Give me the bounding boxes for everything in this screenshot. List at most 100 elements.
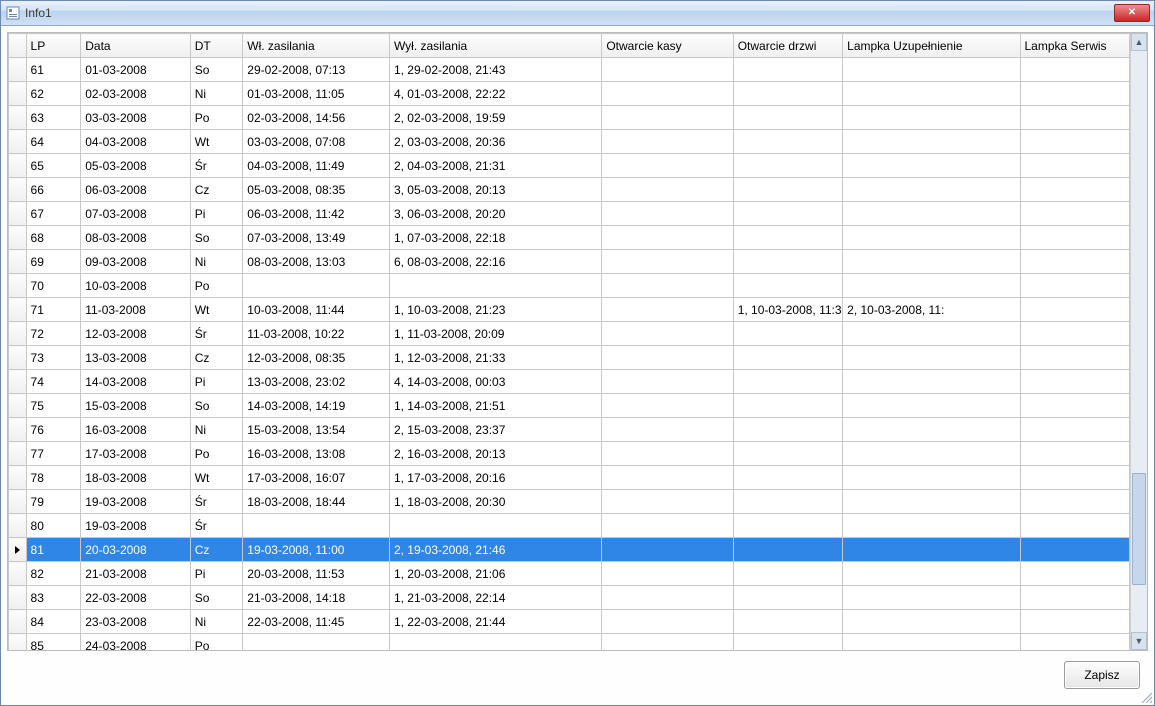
cell-wyl[interactable]: 2, 15-03-2008, 23:37 bbox=[389, 418, 601, 442]
cell-lp[interactable]: 79 bbox=[26, 490, 81, 514]
cell-data[interactable]: 14-03-2008 bbox=[81, 370, 190, 394]
table-row[interactable]: 8524-03-2008Po bbox=[9, 634, 1130, 651]
cell-od[interactable] bbox=[733, 106, 842, 130]
cell-lp[interactable]: 65 bbox=[26, 154, 81, 178]
cell-wl[interactable]: 18-03-2008, 18:44 bbox=[243, 490, 390, 514]
cell-lu[interactable] bbox=[843, 466, 1020, 490]
cell-lp[interactable]: 78 bbox=[26, 466, 81, 490]
cell-ls[interactable] bbox=[1020, 562, 1130, 586]
cell-ls[interactable] bbox=[1020, 82, 1130, 106]
cell-ls[interactable] bbox=[1020, 442, 1130, 466]
cell-ok[interactable] bbox=[602, 298, 733, 322]
cell-ok[interactable] bbox=[602, 202, 733, 226]
table-row[interactable]: 6707-03-2008Pi06-03-2008, 11:423, 06-03-… bbox=[9, 202, 1130, 226]
cell-lp[interactable]: 75 bbox=[26, 394, 81, 418]
cell-wl[interactable]: 17-03-2008, 16:07 bbox=[243, 466, 390, 490]
table-row[interactable]: 7212-03-2008Śr11-03-2008, 10:221, 11-03-… bbox=[9, 322, 1130, 346]
cell-ls[interactable] bbox=[1020, 322, 1130, 346]
cell-wyl[interactable]: 2, 19-03-2008, 21:46 bbox=[389, 538, 601, 562]
cell-lu[interactable] bbox=[843, 490, 1020, 514]
col-lu[interactable]: Lampka Uzupełnienie bbox=[843, 34, 1020, 58]
table-row[interactable]: 8120-03-2008Cz19-03-2008, 11:002, 19-03-… bbox=[9, 538, 1130, 562]
table-row[interactable]: 7919-03-2008Śr18-03-2008, 18:441, 18-03-… bbox=[9, 490, 1130, 514]
cell-od[interactable] bbox=[733, 442, 842, 466]
scroll-thumb[interactable] bbox=[1132, 473, 1146, 585]
cell-dt[interactable]: Ni bbox=[190, 82, 243, 106]
cell-ls[interactable] bbox=[1020, 58, 1130, 82]
cell-wl[interactable]: 21-03-2008, 14:18 bbox=[243, 586, 390, 610]
cell-ok[interactable] bbox=[602, 226, 733, 250]
cell-lp[interactable]: 66 bbox=[26, 178, 81, 202]
table-row[interactable]: 6101-03-2008So29-02-2008, 07:131, 29-02-… bbox=[9, 58, 1130, 82]
cell-lp[interactable]: 69 bbox=[26, 250, 81, 274]
cell-od[interactable] bbox=[733, 394, 842, 418]
cell-od[interactable] bbox=[733, 370, 842, 394]
cell-wl[interactable]: 12-03-2008, 08:35 bbox=[243, 346, 390, 370]
cell-lu[interactable] bbox=[843, 442, 1020, 466]
cell-dt[interactable]: Ni bbox=[190, 418, 243, 442]
cell-ok[interactable] bbox=[602, 322, 733, 346]
cell-lu[interactable] bbox=[843, 130, 1020, 154]
cell-data[interactable]: 11-03-2008 bbox=[81, 298, 190, 322]
cell-data[interactable]: 18-03-2008 bbox=[81, 466, 190, 490]
cell-ls[interactable] bbox=[1020, 274, 1130, 298]
cell-data[interactable]: 08-03-2008 bbox=[81, 226, 190, 250]
cell-data[interactable]: 19-03-2008 bbox=[81, 514, 190, 538]
cell-dt[interactable]: Śr bbox=[190, 154, 243, 178]
cell-od[interactable] bbox=[733, 514, 842, 538]
table-row[interactable]: 6202-03-2008Ni01-03-2008, 11:054, 01-03-… bbox=[9, 82, 1130, 106]
cell-wyl[interactable]: 2, 02-03-2008, 19:59 bbox=[389, 106, 601, 130]
table-row[interactable]: 6808-03-2008So07-03-2008, 13:491, 07-03-… bbox=[9, 226, 1130, 250]
cell-lu[interactable] bbox=[843, 250, 1020, 274]
cell-ls[interactable] bbox=[1020, 466, 1130, 490]
cell-ok[interactable] bbox=[602, 466, 733, 490]
cell-data[interactable]: 20-03-2008 bbox=[81, 538, 190, 562]
cell-lp[interactable]: 80 bbox=[26, 514, 81, 538]
cell-od[interactable] bbox=[733, 610, 842, 634]
cell-dt[interactable]: So bbox=[190, 394, 243, 418]
cell-lp[interactable]: 84 bbox=[26, 610, 81, 634]
cell-dt[interactable]: Cz bbox=[190, 346, 243, 370]
cell-lu[interactable] bbox=[843, 562, 1020, 586]
cell-lp[interactable]: 62 bbox=[26, 82, 81, 106]
cell-od[interactable] bbox=[733, 538, 842, 562]
table-row[interactable]: 7818-03-2008Wt17-03-2008, 16:071, 17-03-… bbox=[9, 466, 1130, 490]
close-button[interactable]: ✕ bbox=[1114, 4, 1150, 22]
cell-ls[interactable] bbox=[1020, 298, 1130, 322]
col-data[interactable]: Data bbox=[81, 34, 190, 58]
cell-dt[interactable]: Pi bbox=[190, 370, 243, 394]
cell-wyl[interactable]: 1, 21-03-2008, 22:14 bbox=[389, 586, 601, 610]
cell-data[interactable]: 06-03-2008 bbox=[81, 178, 190, 202]
cell-dt[interactable]: Po bbox=[190, 442, 243, 466]
cell-data[interactable]: 16-03-2008 bbox=[81, 418, 190, 442]
cell-wyl[interactable]: 1, 14-03-2008, 21:51 bbox=[389, 394, 601, 418]
cell-data[interactable]: 15-03-2008 bbox=[81, 394, 190, 418]
cell-od[interactable] bbox=[733, 634, 842, 651]
cell-ls[interactable] bbox=[1020, 586, 1130, 610]
table-row[interactable]: 6404-03-2008Wt03-03-2008, 07:082, 03-03-… bbox=[9, 130, 1130, 154]
cell-data[interactable]: 22-03-2008 bbox=[81, 586, 190, 610]
cell-ok[interactable] bbox=[602, 634, 733, 651]
col-wyl[interactable]: Wył. zasilania bbox=[389, 34, 601, 58]
cell-dt[interactable]: So bbox=[190, 58, 243, 82]
cell-lp[interactable]: 77 bbox=[26, 442, 81, 466]
cell-data[interactable]: 09-03-2008 bbox=[81, 250, 190, 274]
cell-data[interactable]: 10-03-2008 bbox=[81, 274, 190, 298]
cell-lu[interactable]: 2, 10-03-2008, 11: bbox=[843, 298, 1020, 322]
cell-ok[interactable] bbox=[602, 538, 733, 562]
cell-ls[interactable] bbox=[1020, 106, 1130, 130]
cell-lp[interactable]: 81 bbox=[26, 538, 81, 562]
cell-data[interactable]: 05-03-2008 bbox=[81, 154, 190, 178]
cell-dt[interactable]: Śr bbox=[190, 490, 243, 514]
scroll-up-arrow-icon[interactable]: ▲ bbox=[1131, 33, 1147, 51]
cell-ok[interactable] bbox=[602, 250, 733, 274]
cell-wyl[interactable] bbox=[389, 514, 601, 538]
cell-wl[interactable]: 20-03-2008, 11:53 bbox=[243, 562, 390, 586]
cell-wl[interactable]: 08-03-2008, 13:03 bbox=[243, 250, 390, 274]
cell-data[interactable]: 17-03-2008 bbox=[81, 442, 190, 466]
cell-dt[interactable]: Po bbox=[190, 274, 243, 298]
cell-ok[interactable] bbox=[602, 610, 733, 634]
table-row[interactable]: 8019-03-2008Śr bbox=[9, 514, 1130, 538]
cell-wyl[interactable] bbox=[389, 274, 601, 298]
cell-lu[interactable] bbox=[843, 178, 1020, 202]
